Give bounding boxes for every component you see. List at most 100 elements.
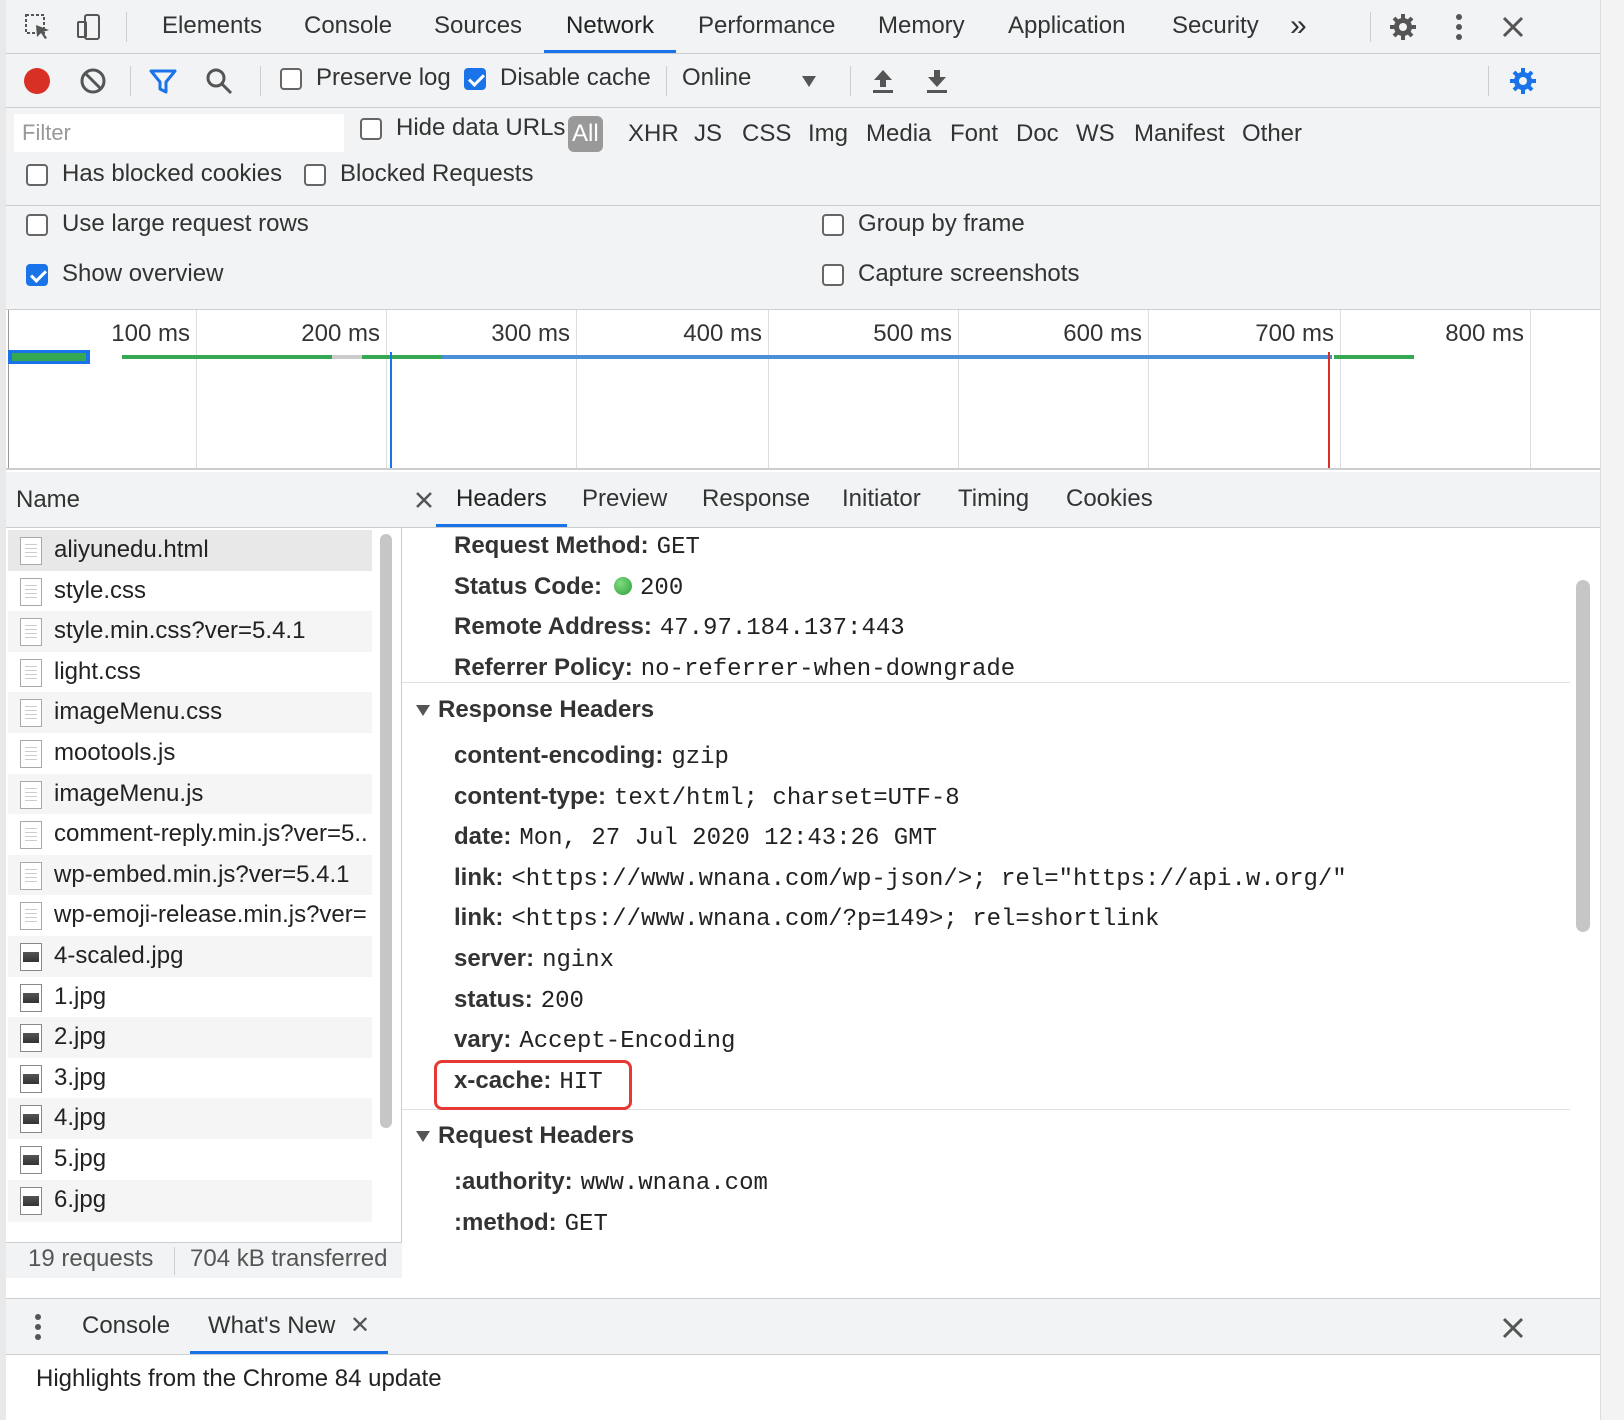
filter-type-js[interactable]: JS <box>694 116 722 152</box>
header-row: :authority: www.wnana.com <box>454 1162 768 1202</box>
request-list-header[interactable]: Name <box>6 472 402 528</box>
gear-icon[interactable] <box>1386 10 1420 44</box>
image-file-icon <box>20 1024 42 1053</box>
details-scrollbar[interactable] <box>1576 580 1590 932</box>
header-value: 47.97.184.137:443 <box>659 615 905 643</box>
request-list-scrollbar[interactable] <box>380 534 392 1128</box>
overview-tick-label: 500 ms <box>873 320 952 347</box>
overview-timeline[interactable]: 100 ms 200 ms 300 ms 400 ms 500 ms 600 ms 700 … <box>6 310 1600 470</box>
hide-data-urls-checkbox[interactable] <box>360 118 382 140</box>
header-name: :method: <box>454 1208 557 1236</box>
request-row[interactable]: aliyunedu.html <box>8 530 372 572</box>
overview-gridline <box>1530 310 1531 468</box>
filter-type-xhr[interactable]: XHR <box>628 116 679 152</box>
filter-type-img[interactable]: Img <box>808 116 848 152</box>
capture-screenshots-checkbox[interactable] <box>822 264 844 286</box>
request-row[interactable]: comment-reply.min.js?ver=5.. <box>8 814 372 857</box>
detail-tab-response[interactable]: Response <box>702 472 810 527</box>
close-drawer-icon[interactable] <box>1496 1311 1530 1345</box>
disable-cache-checkbox[interactable] <box>464 68 486 90</box>
show-overview-checkbox[interactable] <box>26 264 48 286</box>
more-options-icon[interactable] <box>1444 10 1474 44</box>
request-row[interactable]: mootools.js <box>8 733 372 775</box>
tab-elements[interactable]: Elements <box>162 0 262 53</box>
request-row[interactable]: 4-scaled.jpg <box>8 936 372 978</box>
close-tab-icon[interactable]: ✕ <box>350 1312 370 1339</box>
more-tabs-button[interactable]: » <box>1290 0 1307 53</box>
filter-type-all[interactable]: All <box>568 116 603 152</box>
request-row[interactable]: 2.jpg <box>8 1017 372 1060</box>
header-value: text/html; charset=UTF-8 <box>614 784 960 812</box>
network-settings-panel: Use large request rows Show overview Gro… <box>6 206 1600 310</box>
overview-gridline <box>196 310 197 468</box>
blocked-requests-checkbox[interactable] <box>304 164 326 186</box>
request-row[interactable]: wp-emoji-release.min.js?ver= <box>8 895 372 938</box>
tab-network[interactable]: Network <box>544 0 677 53</box>
image-file-icon <box>20 1064 42 1093</box>
drawer-tab-whats-new[interactable]: What's New ✕ <box>190 1299 389 1354</box>
close-details-icon[interactable] <box>410 486 438 514</box>
filter-input[interactable] <box>14 114 344 152</box>
clear-icon[interactable] <box>76 64 110 98</box>
tab-sources[interactable]: Sources <box>434 0 522 53</box>
overview-gridline <box>8 310 9 468</box>
import-har-icon[interactable] <box>866 64 900 98</box>
tab-application[interactable]: Application <box>1008 0 1125 53</box>
request-row[interactable]: imageMenu.js <box>8 773 372 816</box>
drawer-tab-console[interactable]: Console <box>82 1299 170 1354</box>
request-headers-section[interactable]: Request Headers <box>416 1116 634 1156</box>
drawer-menu-icon[interactable] <box>28 1311 48 1343</box>
chevron-down-icon <box>802 76 816 87</box>
request-row[interactable]: 6.jpg <box>8 1179 372 1222</box>
section-divider <box>402 682 1570 683</box>
filter-type-font[interactable]: Font <box>950 116 998 152</box>
close-devtools-icon[interactable] <box>1496 10 1530 44</box>
network-settings-gear-icon[interactable] <box>1506 64 1540 98</box>
detail-tab-timing[interactable]: Timing <box>958 472 1029 527</box>
throttling-select[interactable]: Online <box>682 64 832 92</box>
name-column-header[interactable]: Name <box>16 486 80 514</box>
preserve-log-checkbox[interactable] <box>280 68 302 90</box>
tab-memory[interactable]: Memory <box>878 0 965 53</box>
device-toolbar-icon[interactable] <box>72 10 108 44</box>
detail-tab-headers[interactable]: Headers <box>436 472 567 527</box>
request-details: Headers Preview Response Initiator Timing Coo… <box>402 472 1600 1278</box>
tab-security[interactable]: Security <box>1172 0 1259 53</box>
overview-bar <box>332 355 362 359</box>
has-blocked-cookies-checkbox[interactable] <box>26 164 48 186</box>
request-row[interactable]: 4.jpg <box>8 1098 372 1141</box>
use-large-rows-checkbox[interactable] <box>26 214 48 236</box>
request-row[interactable]: imageMenu.css <box>8 692 372 735</box>
export-har-icon[interactable] <box>920 64 954 98</box>
request-row[interactable]: style.css <box>8 570 372 613</box>
overview-tick-label: 300 ms <box>491 320 570 347</box>
filter-icon[interactable] <box>146 64 180 98</box>
detail-tab-cookies[interactable]: Cookies <box>1066 472 1153 527</box>
filter-type-manifest[interactable]: Manifest <box>1134 116 1225 152</box>
request-row[interactable]: wp-embed.min.js?ver=5.4.1 <box>8 854 372 897</box>
record-icon[interactable] <box>20 64 54 98</box>
detail-tab-preview[interactable]: Preview <box>582 472 667 527</box>
header-row: content-type: text/html; charset=UTF-8 <box>454 777 960 817</box>
detail-tab-initiator[interactable]: Initiator <box>842 472 921 527</box>
inspect-element-icon[interactable] <box>20 10 56 44</box>
request-row[interactable]: style.min.css?ver=5.4.1 <box>8 611 372 654</box>
filter-type-other[interactable]: Other <box>1242 116 1302 152</box>
tab-performance[interactable]: Performance <box>698 0 835 53</box>
request-row[interactable]: light.css <box>8 651 372 694</box>
filter-type-css[interactable]: CSS <box>742 116 791 152</box>
group-by-frame-checkbox[interactable] <box>822 214 844 236</box>
search-icon[interactable] <box>202 64 236 98</box>
request-row[interactable]: 5.jpg <box>8 1139 372 1181</box>
request-row[interactable]: 3.jpg <box>8 1057 372 1100</box>
filter-type-doc[interactable]: Doc <box>1016 116 1059 152</box>
response-headers-section[interactable]: Response Headers <box>416 690 654 730</box>
filter-type-ws[interactable]: WS <box>1076 116 1115 152</box>
request-name: wp-emoji-release.min.js?ver= <box>54 901 367 929</box>
request-name: 3.jpg <box>54 1063 107 1091</box>
request-row[interactable]: 1.jpg <box>8 976 372 1019</box>
filter-type-media[interactable]: Media <box>866 116 931 152</box>
request-name: imageMenu.js <box>54 779 204 807</box>
tab-console[interactable]: Console <box>304 0 392 53</box>
document-file-icon <box>20 902 42 931</box>
